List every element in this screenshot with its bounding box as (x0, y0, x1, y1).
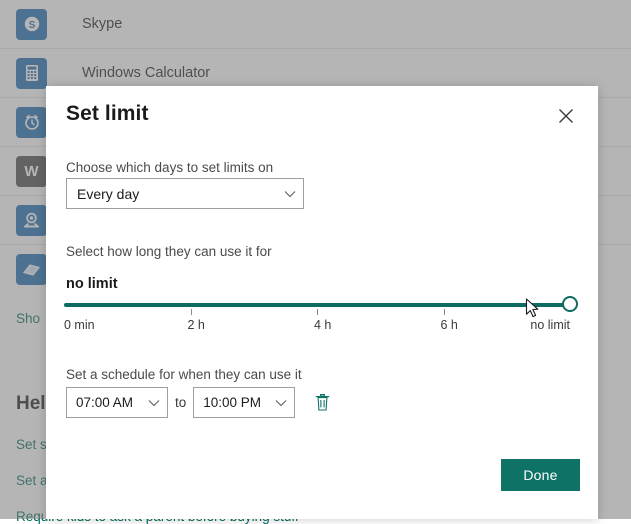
slider-tick (317, 309, 318, 315)
schedule-label: Set a schedule for when they can use it (66, 367, 302, 382)
schedule-start-dropdown[interactable]: 07:00 AM (66, 387, 168, 418)
slider-tick (443, 309, 445, 315)
set-limit-dialog: Set limit Choose which days to set limit… (46, 86, 598, 519)
slider-tick-label: 6 h (440, 318, 458, 332)
duration-value: no limit (66, 276, 118, 292)
schedule-to-label: to (175, 395, 187, 410)
slider-tick-label: 4 h (314, 318, 332, 332)
schedule-end-dropdown[interactable]: 10:00 PM (193, 387, 296, 418)
chevron-down-icon (141, 399, 167, 407)
slider-tick (190, 309, 192, 315)
trash-icon[interactable] (311, 391, 333, 415)
duration-slider[interactable]: 0 min 2 h 4 h 6 h no limit (64, 296, 578, 332)
close-icon[interactable] (550, 100, 582, 132)
slider-thumb[interactable] (562, 296, 578, 312)
schedule-end-value: 10:00 PM (203, 395, 262, 410)
slider-tick-label: no limit (530, 318, 570, 332)
schedule-start-value: 07:00 AM (76, 395, 134, 410)
slider-tick-label: 0 min (64, 318, 95, 332)
page-title: Set limit (66, 102, 149, 125)
slider-tick-label: 2 h (187, 318, 205, 332)
days-dropdown-value: Every day (77, 185, 140, 202)
schedule-row: 07:00 AM to 10:00 PM (66, 387, 333, 418)
choose-days-label: Choose which days to set limits on (66, 160, 274, 175)
days-dropdown[interactable]: Every day (66, 178, 304, 209)
done-button[interactable]: Done (501, 459, 580, 491)
chevron-down-icon (277, 190, 303, 198)
duration-label: Select how long they can use it for (66, 244, 272, 259)
chevron-down-icon (268, 399, 294, 407)
slider-track[interactable] (64, 303, 570, 307)
